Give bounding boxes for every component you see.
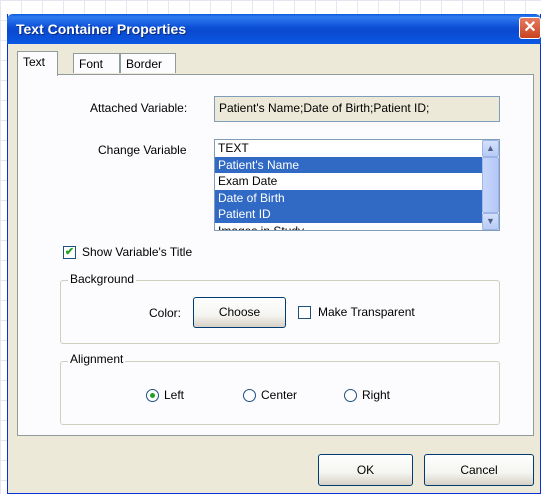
ok-button-label: OK [356,463,375,477]
tab-border[interactable]: Border [120,53,176,73]
align-left-label: Left [164,388,185,402]
tab-border-label: Border [126,57,163,71]
align-right-radio[interactable] [344,389,357,402]
show-title-checkbox[interactable]: ✔ [63,246,76,259]
tab-font-label: Font [79,57,104,71]
make-transparent-label: Make Transparent [318,305,415,319]
list-item[interactable]: Images in Study [215,223,499,231]
title-bar[interactable]: Text Container Properties ✕ [7,14,541,44]
align-right-label: Right [362,388,391,402]
check-icon: ✔ [64,246,75,258]
listbox-scrollbar[interactable]: ▲ ▼ [482,140,499,230]
attached-variable-label: Attached Variable: [90,101,188,115]
tab-text-label: Text [23,55,46,69]
change-variable-label: Change Variable [98,143,187,157]
alignment-group-title: Alignment [68,352,126,366]
list-item[interactable]: Date of Birth [215,189,499,206]
scroll-thumb[interactable] [482,157,499,213]
color-label: Color: [149,306,182,320]
align-center-label: Center [261,388,298,402]
show-title-label: Show Variable's Title [82,245,193,259]
attached-variable-value: Patient's Name;Date of Birth;Patient ID; [219,101,430,115]
chevron-down-icon: ▼ [486,216,495,226]
list-item[interactable]: Exam Date [215,173,499,190]
scroll-up-button[interactable]: ▲ [482,140,499,157]
align-left-radio[interactable] [146,389,159,402]
tab-text[interactable]: Text [17,51,58,76]
chevron-up-icon: ▲ [486,143,495,153]
list-item[interactable]: Patient ID [215,206,499,223]
choose-color-button[interactable]: Choose [193,297,286,328]
background-group-title: Background [68,272,137,286]
choose-button-label: Choose [218,305,261,319]
close-button[interactable]: ✕ [519,17,541,39]
radio-dot-icon [150,393,155,398]
cancel-button[interactable]: Cancel [424,454,534,486]
make-transparent-checkbox[interactable] [298,306,311,319]
tab-font[interactable]: Font [73,53,120,73]
cancel-button-label: Cancel [460,463,498,477]
variable-listbox[interactable]: TEXT Patient's Name Exam Date Date of Bi… [214,139,500,231]
ok-button[interactable]: OK [318,454,413,486]
scroll-down-button[interactable]: ▼ [482,213,499,230]
close-icon: ✕ [523,19,537,36]
dialog-title: Text Container Properties [16,21,187,37]
list-item[interactable]: Patient's Name [215,156,499,173]
align-center-radio[interactable] [243,389,256,402]
list-item[interactable]: TEXT [215,140,499,157]
attached-variable-field: Patient's Name;Date of Birth;Patient ID; [214,96,500,122]
